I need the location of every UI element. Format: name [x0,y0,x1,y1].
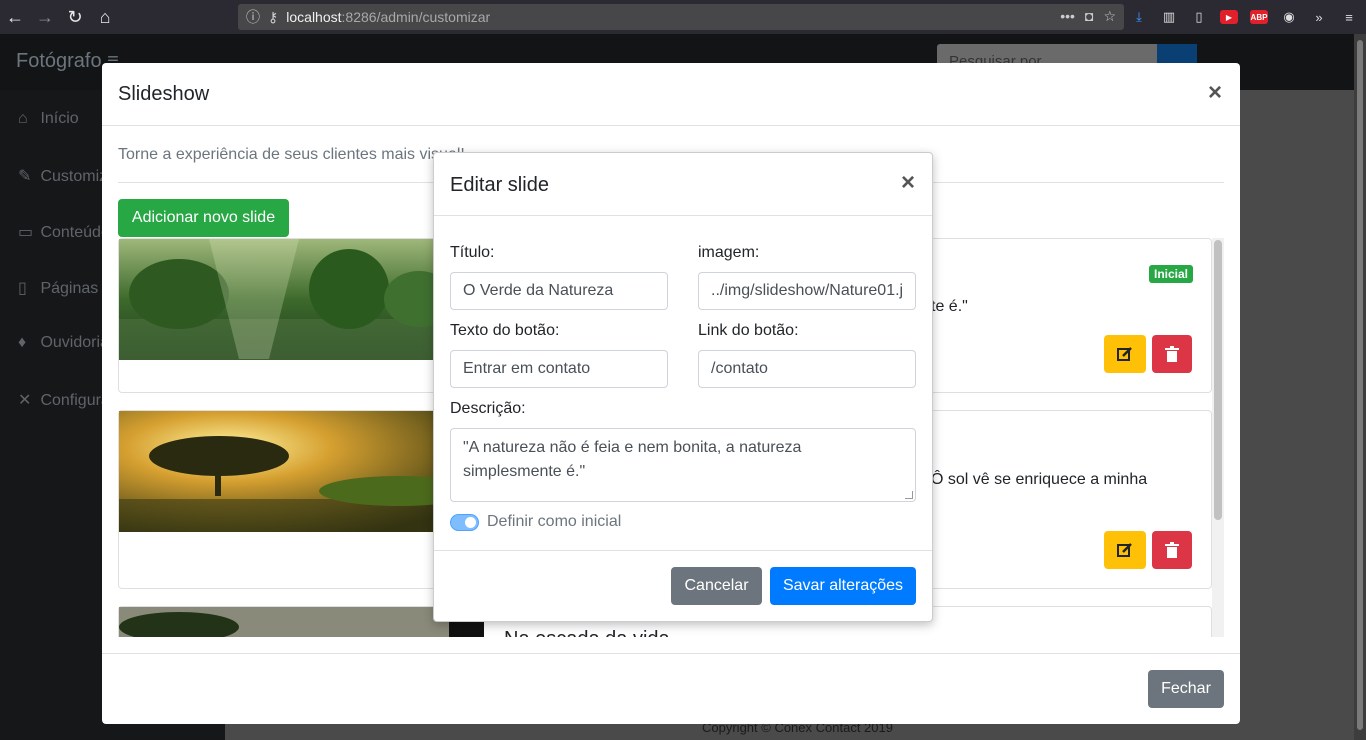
tools-icon: ✕ [18,392,32,409]
library-icon[interactable]: ▥ [1160,8,1178,26]
trash-icon [1165,542,1179,558]
slide-image [119,607,484,637]
edit-slide-modal: Editar slide × Título: O Verde da Nature… [433,152,933,622]
sidebar-icon[interactable]: ▯ [1190,8,1208,26]
save-button[interactable]: Savar alterações [770,567,916,605]
url-host: localhost [286,9,342,25]
descricao-textarea[interactable]: "A natureza não é feia e nem bonita, a n… [450,428,916,502]
initial-badge: Inicial [1149,265,1194,283]
slide-image [119,239,484,360]
download-icon[interactable]: ⤓ [1130,8,1148,26]
url-path: :8286/admin/customizar [341,9,491,25]
link-botao-input[interactable]: /contato [698,350,916,388]
slide-description: Ô sol vê se enriquece a minha [931,471,1148,488]
modal-subtitle: Torne a experiência de seus clientes mai… [118,146,465,163]
youtube-extension-icon[interactable]: ▶ [1220,10,1238,24]
lightbulb-icon: ♦ [18,334,27,351]
edit-icon [1117,543,1132,557]
account-icon[interactable]: ◉ [1280,8,1298,26]
resize-handle-icon[interactable] [905,491,913,499]
delete-slide-button[interactable] [1152,335,1192,373]
sidebar-item-paginas[interactable]: ▯ Páginas [18,278,98,298]
close-icon[interactable]: × [1208,81,1222,105]
more-icon[interactable]: ••• [1060,8,1075,25]
forward-icon[interactable]: → [30,0,60,34]
close-button[interactable]: Fechar [1148,670,1224,708]
modal-title: Editar slide [450,174,549,196]
add-slide-button[interactable]: Adicionar novo slide [118,199,289,237]
hamburger-menu-icon[interactable]: ≡ [1340,8,1358,26]
reload-icon[interactable]: ↻ [60,0,90,34]
page-scrollbar[interactable] [1354,34,1366,740]
titulo-label: Título: [450,244,495,261]
inicial-toggle-label[interactable]: Definir como inicial [487,513,621,531]
edit-slide-button[interactable] [1104,335,1146,373]
modal-title: Slideshow [118,83,210,105]
sidebar-item-ouvidoria[interactable]: ♦ Ouvidoria [18,334,109,352]
modal-header: Slideshow × [102,63,1240,126]
back-icon[interactable]: ← [0,0,30,34]
trash-icon [1165,346,1179,362]
modal-header: Editar slide × [434,153,932,216]
descricao-text: "A natureza não é feia e nem bonita, a n… [463,439,802,480]
sidebar-item-conteudo[interactable]: ▭ Conteúdo [18,222,110,242]
bookmark-star-icon[interactable]: ☆ [1103,8,1116,25]
close-icon[interactable]: × [901,171,915,195]
inicial-toggle[interactable] [450,514,479,531]
key-icon: ⚷ [268,8,279,25]
edit-slide-button[interactable] [1104,531,1146,569]
slide-title: Na escada da vida [504,628,670,637]
adblock-extension-icon[interactable]: ABP [1250,10,1268,24]
link-botao-label: Link do botão: [698,322,799,339]
imagem-label: imagem: [698,244,760,261]
home-icon[interactable]: ⌂ [90,0,120,34]
cancel-button[interactable]: Cancelar [671,567,762,605]
file-icon: ▯ [18,280,27,297]
edit-icon: ✎ [18,168,32,185]
texto-botao-label: Texto do botão: [450,322,560,339]
texto-botao-input[interactable]: Entrar em contato [450,350,668,388]
divider [102,653,1240,654]
url-bar[interactable]: ⓘ ⚷ localhost:8286/admin/customizar ••• … [238,4,1124,30]
slide-image [119,411,484,532]
sidebar-item-inicio[interactable]: ⌂ Início [18,110,79,128]
overflow-menu-icon[interactable]: » [1310,8,1328,26]
descricao-label: Descrição: [450,400,526,417]
folder-icon: ▭ [18,224,34,241]
delete-slide-button[interactable] [1152,531,1192,569]
divider [434,550,932,551]
slides-scrollbar[interactable] [1212,238,1224,637]
imagem-input[interactable]: ../img/slideshow/Nature01.j [698,272,916,310]
home-icon: ⌂ [18,110,28,127]
slide-description: te é." [931,298,968,315]
browser-toolbar: ← → ↻ ⌂ ⓘ ⚷ localhost:8286/admin/customi… [0,0,1366,34]
titulo-input[interactable]: O Verde da Natureza [450,272,668,310]
pocket-icon[interactable]: ◘ [1085,8,1093,25]
edit-icon [1117,347,1132,361]
info-icon: ⓘ [246,9,260,25]
